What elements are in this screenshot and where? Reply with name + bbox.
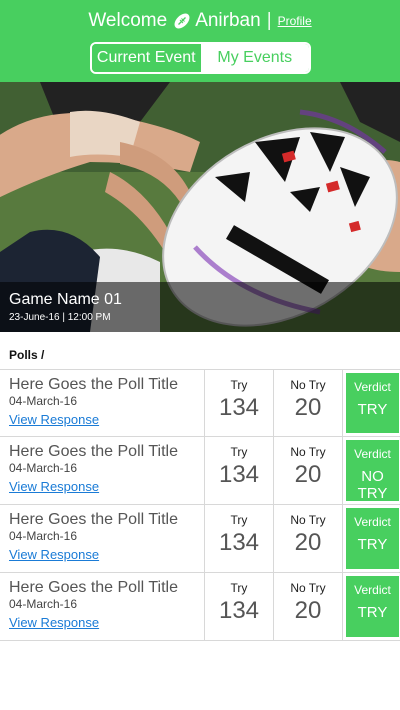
verdict-button[interactable]: Verdict TRY	[346, 576, 399, 637]
poll-date: 04-March-16	[9, 461, 78, 475]
poll-info: Here Goes the Poll Title 04-March-16 Vie…	[0, 573, 205, 640]
try-count: 134	[218, 597, 260, 624]
no-try-count: 20	[294, 394, 322, 421]
verdict-value: TRY	[357, 604, 388, 621]
verdict-button[interactable]: Verdict TRY	[346, 508, 399, 569]
verdict-value: TRY	[357, 401, 388, 418]
verdict-label: Verdict	[354, 515, 391, 529]
polls-heading: Polls /	[9, 348, 45, 362]
poll-title: Here Goes the Poll Title	[9, 579, 178, 596]
poll-date: 04-March-16	[9, 394, 78, 408]
no-try-label: No Try	[290, 378, 326, 392]
no-try-label: No Try	[290, 445, 326, 459]
tab-my-events[interactable]: My Events	[200, 44, 309, 72]
poll-info: Here Goes the Poll Title 04-March-16 Vie…	[0, 505, 205, 572]
verdict-label: Verdict	[354, 583, 391, 597]
event-hero-image: Game Name 01 23-June-16 | 12:00 PM	[0, 82, 400, 332]
view-response-link[interactable]: View Response	[9, 615, 99, 630]
poll-title: Here Goes the Poll Title	[9, 511, 178, 528]
no-try-label: No Try	[290, 513, 326, 527]
try-count-cell: Try 134	[205, 437, 274, 504]
tab-current-event[interactable]: Current Event	[92, 44, 201, 72]
no-try-count-cell: No Try 20	[274, 370, 343, 436]
poll-row: Here Goes the Poll Title 04-March-16 Vie…	[0, 369, 400, 437]
poll-row: Here Goes the Poll Title 04-March-16 Vie…	[0, 505, 400, 573]
profile-link[interactable]: Profile	[278, 14, 312, 28]
verdict-wrap: Verdict NO TRY	[343, 437, 400, 504]
verdict-button[interactable]: Verdict NO TRY	[346, 440, 399, 502]
view-response-link[interactable]: View Response	[9, 479, 99, 494]
try-label: Try	[230, 445, 248, 459]
try-label: Try	[230, 581, 248, 595]
poll-info: Here Goes the Poll Title 04-March-16 Vie…	[0, 370, 205, 436]
header-separator: |	[266, 10, 272, 31]
verdict-label: Verdict	[354, 380, 391, 394]
verdict-wrap: Verdict TRY	[343, 370, 400, 436]
try-count-cell: Try 134	[205, 505, 274, 572]
try-label: Try	[230, 513, 248, 527]
try-count: 134	[218, 394, 260, 421]
app-header: Welcome Anirban | Profile Current Event My …	[0, 0, 400, 82]
verdict-wrap: Verdict TRY	[343, 573, 400, 640]
poll-list: Here Goes the Poll Title 04-March-16 Vie…	[0, 369, 400, 641]
no-try-count-cell: No Try 20	[274, 437, 343, 504]
verdict-wrap: Verdict TRY	[343, 505, 400, 572]
no-try-count-cell: No Try 20	[274, 505, 343, 572]
event-tabs: Current Event My Events	[90, 42, 311, 74]
poll-date: 04-March-16	[9, 597, 78, 611]
game-date-time: 23-June-16 | 12:00 PM	[9, 312, 111, 323]
poll-date: 04-March-16	[9, 529, 78, 543]
no-try-count-cell: No Try 20	[274, 573, 343, 640]
rugby-ball-icon	[174, 13, 190, 29]
view-response-link[interactable]: View Response	[9, 412, 99, 427]
no-try-label: No Try	[290, 581, 326, 595]
game-name: Game Name 01	[9, 291, 122, 308]
no-try-count: 20	[294, 529, 322, 556]
poll-row: Here Goes the Poll Title 04-March-16 Vie…	[0, 573, 400, 641]
poll-title: Here Goes the Poll Title	[9, 376, 178, 393]
user-name: Anirban	[195, 10, 261, 31]
welcome-row: Welcome Anirban | Profile	[0, 10, 400, 32]
view-response-link[interactable]: View Response	[9, 547, 99, 562]
poll-row: Here Goes the Poll Title 04-March-16 Vie…	[0, 437, 400, 505]
welcome-text: Welcome	[88, 10, 168, 31]
verdict-value: NO TRY	[357, 468, 388, 502]
try-count-cell: Try 134	[205, 370, 274, 436]
poll-title: Here Goes the Poll Title	[9, 443, 178, 460]
verdict-value: TRY	[357, 536, 388, 553]
poll-info: Here Goes the Poll Title 04-March-16 Vie…	[0, 437, 205, 504]
no-try-count: 20	[294, 461, 322, 488]
try-count-cell: Try 134	[205, 573, 274, 640]
verdict-label: Verdict	[354, 447, 391, 461]
event-caption: Game Name 01 23-June-16 | 12:00 PM	[0, 282, 400, 332]
try-count: 134	[218, 461, 260, 488]
no-try-count: 20	[294, 597, 322, 624]
verdict-button[interactable]: Verdict TRY	[346, 373, 399, 433]
try-label: Try	[230, 378, 248, 392]
try-count: 134	[218, 529, 260, 556]
